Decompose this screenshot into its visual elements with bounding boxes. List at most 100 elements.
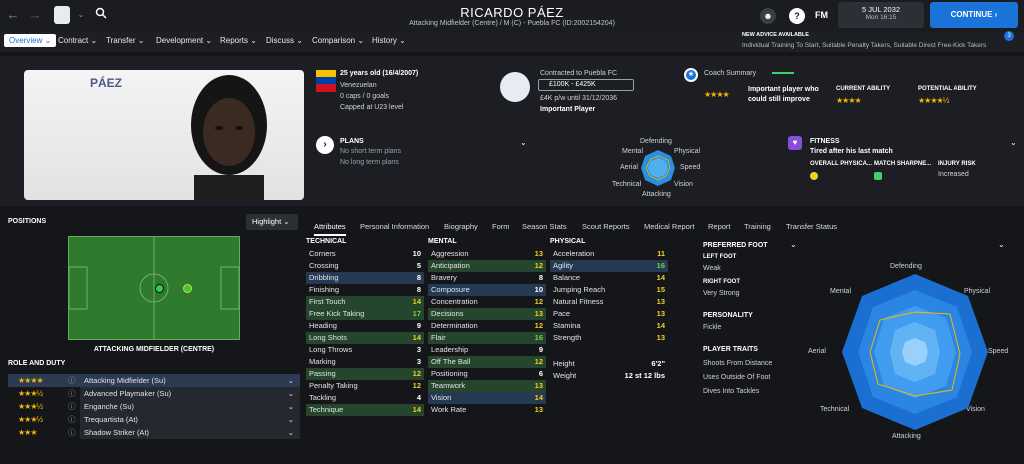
attribute-row[interactable]: Leadership 9: [428, 344, 546, 356]
transfer-value[interactable]: £100K - £425K: [538, 79, 634, 91]
advice-badge[interactable]: 3: [1004, 31, 1014, 41]
attribute-row[interactable]: Stamina 14: [550, 320, 668, 332]
attribute-row[interactable]: Decisions 13: [428, 308, 546, 320]
attribute-row[interactable]: Strength 13: [550, 332, 668, 344]
menu-transfer[interactable]: Transfer ⌄: [106, 36, 144, 45]
manager-icon[interactable]: ☻: [760, 8, 776, 24]
radar-chevron-icon[interactable]: ⌄: [998, 240, 1005, 249]
fm-icon[interactable]: FM: [815, 10, 828, 20]
attribute-row[interactable]: Technique 14: [306, 404, 424, 416]
attribute-row[interactable]: Acceleration 11: [550, 248, 668, 260]
trait-item[interactable]: Uses Outside Of Foot: [703, 374, 770, 381]
attribute-row[interactable]: Flair 16: [428, 332, 546, 344]
trait-item[interactable]: Shoots From Distance: [703, 360, 772, 367]
advice-title[interactable]: NEW ADVICE AVAILABLE: [742, 32, 809, 38]
role-row[interactable]: ★★★½ ⓘ Advanced Playmaker (Su) ⌄: [8, 387, 300, 400]
attribute-row[interactable]: Penalty Taking 12: [306, 380, 424, 392]
attribute-row[interactable]: Passing 12: [306, 368, 424, 380]
menu-history[interactable]: History ⌄: [372, 36, 406, 45]
attribute-radar[interactable]: [840, 272, 990, 432]
menu-development[interactable]: Development ⌄: [156, 36, 212, 45]
help-icon[interactable]: ?: [789, 8, 805, 24]
menu-reports[interactable]: Reports ⌄: [220, 36, 257, 45]
attribute-value: 15: [656, 285, 665, 294]
attribute-row[interactable]: Free Kick Taking 17: [306, 308, 424, 320]
attribute-row[interactable]: Finishing 8: [306, 284, 424, 296]
club-crest-icon[interactable]: [500, 72, 530, 102]
positions-title[interactable]: POSITIONS: [8, 218, 46, 225]
date-box[interactable]: 5 JUL 2032 Mon 16:15: [838, 2, 924, 28]
role-row[interactable]: ★★★ ⓘ Shadow Striker (At) ⌄: [8, 426, 300, 439]
menu-comparison[interactable]: Comparison ⌄: [312, 36, 364, 45]
attribute-row[interactable]: First Touch 14: [306, 296, 424, 308]
attribute-row[interactable]: Heading 9: [306, 320, 424, 332]
info-icon[interactable]: ⓘ: [68, 387, 80, 400]
tab-attributes[interactable]: Attributes: [314, 222, 346, 236]
chevron-down-icon[interactable]: ⌄: [288, 374, 300, 387]
highlight-dropdown[interactable]: Highlight ⌄: [246, 214, 298, 230]
attribute-row[interactable]: Aggression 13: [428, 248, 546, 260]
info-icon[interactable]: ⓘ: [68, 374, 80, 387]
role-row[interactable]: ★★★½ ⓘ Enganche (Su) ⌄: [8, 400, 300, 413]
attribute-row[interactable]: Positioning 6: [428, 368, 546, 380]
tab-scout-reports[interactable]: Scout Reports: [582, 222, 630, 231]
attribute-row[interactable]: Tackling 4: [306, 392, 424, 404]
position-marker[interactable]: [155, 284, 164, 293]
attribute-row[interactable]: Teamwork 13: [428, 380, 546, 392]
info-icon[interactable]: ⓘ: [68, 426, 80, 439]
tab-personal-information[interactable]: Personal Information: [360, 222, 429, 231]
role-row[interactable]: ★★★½ ⓘ Trequartista (At) ⌄: [8, 413, 300, 426]
attribute-row[interactable]: Marking 3: [306, 356, 424, 368]
tab-transfer-status[interactable]: Transfer Status: [786, 222, 837, 231]
contract-title[interactable]: Contracted to Puebla FC: [540, 70, 617, 77]
attribute-row[interactable]: Off The Ball 12: [428, 356, 546, 368]
nationality[interactable]: Venezuelan: [340, 82, 377, 89]
fitness-title[interactable]: FITNESS: [810, 138, 840, 145]
personality-value[interactable]: Fickle: [703, 324, 721, 331]
trait-item[interactable]: Dives Into Tackles: [703, 388, 759, 395]
attribute-row[interactable]: Vision 14: [428, 392, 546, 404]
preferred-chevron-icon[interactable]: ⌄: [790, 240, 797, 249]
attribute-row[interactable]: Crossing 5: [306, 260, 424, 272]
menu-discuss[interactable]: Discuss ⌄: [266, 36, 303, 45]
coach-summary-title[interactable]: Coach Summary: [704, 70, 756, 77]
tab-medical-report[interactable]: Medical Report: [644, 222, 694, 231]
info-icon[interactable]: ⓘ: [68, 400, 80, 413]
chevron-down-icon[interactable]: ⌄: [287, 400, 300, 413]
plans-arrow-icon[interactable]: ›: [316, 136, 334, 154]
tab-biography[interactable]: Biography: [444, 222, 478, 231]
attribute-row[interactable]: Corners 10: [306, 248, 424, 260]
chevron-down-icon[interactable]: ⌄: [287, 426, 300, 439]
attribute-row[interactable]: Work Rate 13: [428, 404, 546, 416]
attribute-row[interactable]: Long Shots 14: [306, 332, 424, 344]
attribute-row[interactable]: Natural Fitness 13: [550, 296, 668, 308]
chevron-down-icon[interactable]: ⌄: [287, 413, 300, 426]
chevron-down-icon[interactable]: ⌄: [287, 387, 300, 400]
position-marker-selected[interactable]: [183, 284, 192, 293]
menu-overview[interactable]: Overview ⌄: [4, 34, 57, 47]
attribute-row[interactable]: Balance 14: [550, 272, 668, 284]
tab-form[interactable]: Form: [492, 222, 510, 231]
info-icon[interactable]: ⓘ: [68, 413, 80, 426]
attribute-row[interactable]: Agility 16: [550, 260, 668, 272]
tab-report[interactable]: Report: [708, 222, 731, 231]
plans-title[interactable]: PLANS: [340, 138, 364, 145]
attribute-row[interactable]: Pace 13: [550, 308, 668, 320]
small-attribute-radar[interactable]: [640, 148, 676, 188]
attribute-row[interactable]: Concentration 12: [428, 296, 546, 308]
plans-chevron-icon[interactable]: ⌄: [520, 138, 527, 147]
continue-button[interactable]: CONTINUE ›: [930, 2, 1018, 28]
advice-text[interactable]: Individual Training To Start, Suitable P…: [742, 42, 986, 49]
attribute-row[interactable]: Composure 10: [428, 284, 546, 296]
tab-training[interactable]: Training: [744, 222, 771, 231]
fitness-chevron-icon[interactable]: ⌄: [1010, 138, 1017, 147]
role-row[interactable]: ★★★★ ⓘ Attacking Midfielder (Su) ⌄: [8, 374, 300, 387]
attribute-row[interactable]: Anticipation 12: [428, 260, 546, 272]
attribute-row[interactable]: Jumping Reach 15: [550, 284, 668, 296]
tab-season-stats[interactable]: Season Stats: [522, 222, 567, 231]
attribute-row[interactable]: Determination 12: [428, 320, 546, 332]
attribute-row[interactable]: Long Throws 3: [306, 344, 424, 356]
menu-contract[interactable]: Contract ⌄: [58, 36, 97, 45]
attribute-row[interactable]: Dribbling 8: [306, 272, 424, 284]
attribute-row[interactable]: Bravery 8: [428, 272, 546, 284]
